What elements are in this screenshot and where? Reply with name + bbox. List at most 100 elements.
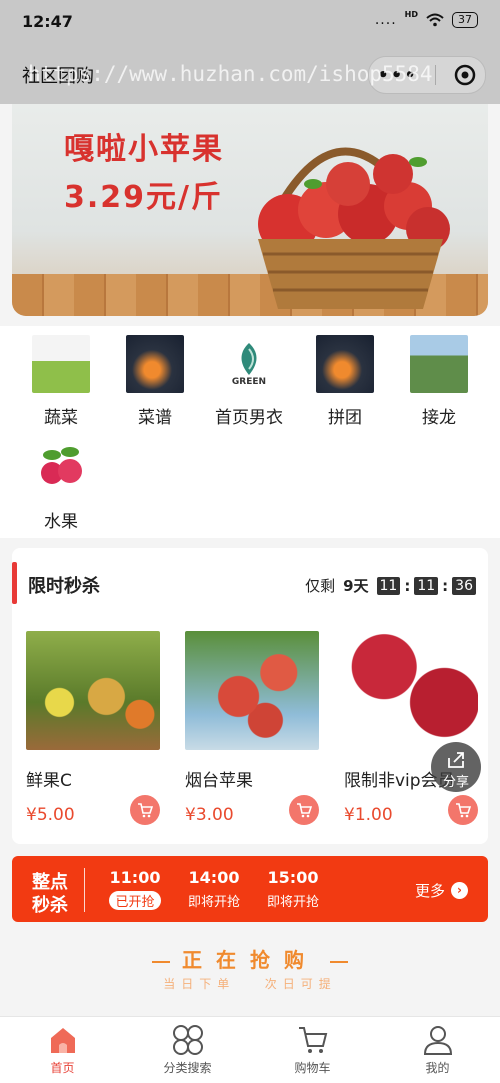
grabbing-subtitle-right: 次日可提 <box>264 977 337 991</box>
relay-thumb-icon <box>410 335 468 393</box>
countdown-timer: 仅剩 9天 11 : 11 : 36 <box>305 575 476 596</box>
category-item-vegetable[interactable]: 蔬菜 <box>14 335 108 428</box>
recipe-thumb-icon <box>126 335 184 393</box>
product-card[interactable]: 限制非vip会员 ¥1.00 <box>344 631 478 825</box>
slot-time: 11:00 <box>109 868 161 887</box>
category-label: 接龙 <box>422 408 456 428</box>
category-label: 水果 <box>44 512 78 532</box>
category-label: 首页男衣 <box>215 408 283 428</box>
bottom-tab-bar: 首页 分类搜索 购物车 我的 <box>0 1016 500 1083</box>
add-to-cart-button[interactable] <box>130 795 160 825</box>
category-item-relay[interactable]: 接龙 <box>392 335 486 428</box>
hourly-title-line2: 秒杀 <box>32 895 68 916</box>
wifi-icon <box>426 13 444 27</box>
chevron-right-icon: › <box>451 882 468 899</box>
category-item-menswear[interactable]: GREEN 首页男衣 <box>202 335 296 428</box>
category-item-recipe[interactable]: 菜谱 <box>108 335 202 428</box>
category-label: 蔬菜 <box>44 408 78 428</box>
product-name: 烟台苹果 <box>185 771 253 791</box>
countdown-days: 9天 <box>343 577 369 595</box>
category-icon <box>172 1025 203 1055</box>
cart-icon <box>138 803 153 818</box>
nav-bar: 社区团购 ••• <box>0 44 500 104</box>
hd-label: HD <box>404 9 418 19</box>
product-card[interactable]: 烟台苹果 ¥3.00 <box>185 631 319 825</box>
countdown-seconds: 36 <box>452 576 476 595</box>
close-target-icon[interactable] <box>453 63 477 87</box>
add-to-cart-button[interactable] <box>448 795 478 825</box>
grabbing-section-header: 正在抢购 当日下单 次日可提 <box>0 944 500 992</box>
product-image <box>185 631 319 750</box>
promo-banner[interactable]: 嘎啦小苹果 3.29元/斤 <box>12 104 488 316</box>
section-accent-bar <box>12 562 17 604</box>
tab-home[interactable]: 首页 <box>0 1023 125 1076</box>
grabbing-subtitle-left: 当日下单 <box>163 977 236 991</box>
product-image <box>26 631 160 750</box>
battery-indicator: 37 <box>452 12 478 28</box>
cart-icon <box>297 803 312 818</box>
tab-label: 分类搜索 <box>163 1061 212 1075</box>
product-name: 鲜果C <box>26 771 72 791</box>
capsule-divider <box>434 65 436 85</box>
more-link[interactable]: 更多 › <box>415 880 468 901</box>
green-logo-text: GREEN <box>231 377 267 387</box>
more-label: 更多 <box>414 882 445 900</box>
page-title: 社区团购 <box>22 66 94 87</box>
home-icon <box>50 1028 75 1053</box>
share-icon <box>448 752 464 768</box>
title-dash-left <box>152 960 170 963</box>
time-slot[interactable]: 15:00 即将开抢 <box>258 868 328 910</box>
status-time: 12:47 <box>22 12 73 31</box>
product-image <box>344 631 478 750</box>
banner-price: 3.29元/斤 <box>64 180 223 215</box>
slot-status: 已开抢 <box>109 891 161 910</box>
countdown-colon: : <box>404 576 411 595</box>
status-icons: .... HD 37 <box>374 9 478 28</box>
signal-dots-icon: .... <box>374 12 397 28</box>
flash-sale-section: 限时秒杀 仅剩 9天 11 : 11 : 36 鲜果C ¥5.00 烟台苹果 ¥… <box>12 548 488 844</box>
user-icon <box>423 1026 452 1055</box>
slot-time: 14:00 <box>188 868 240 887</box>
add-to-cart-button[interactable] <box>289 795 319 825</box>
category-label: 拼团 <box>328 408 362 428</box>
slot-status: 即将开抢 <box>187 895 240 910</box>
cart-icon <box>298 1027 327 1053</box>
time-slot[interactable]: 14:00 即将开抢 <box>179 868 249 910</box>
time-slot[interactable]: 11:00 已开抢 <box>100 868 170 910</box>
banner-headline: 嘎啦小苹果 <box>64 132 224 167</box>
status-bar: 12:47 .... HD 37 <box>0 0 500 44</box>
grabbing-title: 正在抢购 <box>182 948 318 972</box>
countdown-colon: : <box>442 576 449 595</box>
category-item-fruit[interactable]: 水果 <box>14 439 108 532</box>
share-button[interactable]: 分享 <box>431 742 481 792</box>
title-dash-right <box>330 960 348 963</box>
category-grid: 蔬菜 菜谱 GREEN 首页男衣 拼团 接龙 水果 <box>0 326 500 538</box>
countdown-hours: 11 <box>376 576 401 595</box>
tab-label: 首页 <box>50 1061 75 1075</box>
category-label: 菜谱 <box>138 408 172 428</box>
green-logo-thumb-icon: GREEN <box>220 335 278 393</box>
vegetable-thumb-icon <box>32 335 90 393</box>
cart-icon <box>456 803 471 818</box>
slot-status: 即将开抢 <box>266 895 319 910</box>
tab-cart[interactable]: 购物车 <box>250 1023 375 1076</box>
product-card[interactable]: 鲜果C ¥5.00 <box>26 631 160 825</box>
slot-time: 15:00 <box>267 868 319 887</box>
raspberry-icon <box>41 447 82 484</box>
group-buy-thumb-icon <box>316 335 374 393</box>
apple-basket-image <box>258 147 450 309</box>
tab-category-search[interactable]: 分类搜索 <box>125 1023 250 1076</box>
tab-profile[interactable]: 我的 <box>375 1023 500 1076</box>
hourly-divider <box>84 868 85 912</box>
more-button[interactable]: ••• <box>377 65 418 86</box>
flash-sale-title: 限时秒杀 <box>28 576 100 597</box>
tab-label: 购物车 <box>294 1061 331 1075</box>
mini-program-capsule: ••• <box>368 56 486 94</box>
countdown-minutes: 11 <box>414 576 439 595</box>
remaining-label: 仅剩 <box>305 577 336 595</box>
hourly-flash-sale-bar: 整点 秒杀 11:00 已开抢 14:00 即将开抢 15:00 即将开抢 更多… <box>12 856 488 922</box>
share-label: 分享 <box>442 775 469 790</box>
category-item-group-buy[interactable]: 拼团 <box>298 335 392 428</box>
tab-label: 我的 <box>425 1061 450 1075</box>
fruit-thumb-icon <box>32 439 90 497</box>
